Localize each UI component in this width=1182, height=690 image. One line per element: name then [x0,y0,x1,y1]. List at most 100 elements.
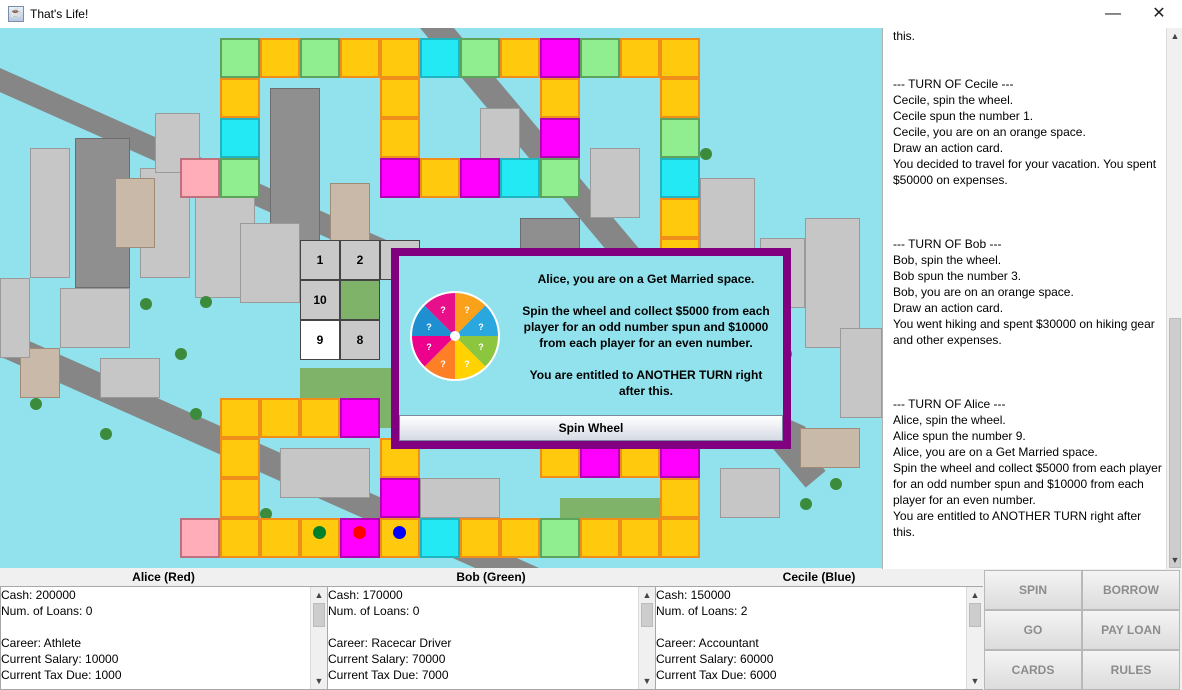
board-space-green [220,38,260,78]
cecile-token [393,526,406,539]
tree [30,398,42,410]
building [280,448,370,498]
board-space-pink [180,158,220,198]
player-scrollbar[interactable]: ▲ ▼ [966,587,983,689]
cards-button[interactable]: CARDS [984,650,1082,690]
scroll-down-arrow-icon[interactable]: ▼ [639,673,655,689]
player-stats: Cash: 150000 Num. of Loans: 2 Career: Ac… [655,586,983,690]
board-space-cyan [660,158,700,198]
log-scrollbar[interactable]: ▲ ▼ [1166,28,1182,569]
building [700,178,755,258]
building [840,328,882,418]
tree [830,478,842,490]
board-space-green [540,518,580,558]
player-name: Bob (Green) [327,569,655,586]
tree [200,296,212,308]
board-space-orange [260,38,300,78]
maximize-button[interactable] [1090,0,1136,28]
board-space-magenta [540,38,580,78]
number-cell: 9 [300,320,340,360]
spin-wheel-icon[interactable]: ? ? ? ? ? ? ? ? [409,290,501,382]
alice-token [353,526,366,539]
board-space-orange [580,518,620,558]
board-space-magenta [460,158,500,198]
player-scrollbar[interactable]: ▲ ▼ [310,587,327,689]
scroll-up-arrow-icon[interactable]: ▲ [967,587,983,603]
player-panel-alice: Alice (Red) Cash: 200000 Num. of Loans: … [0,569,327,690]
building [0,278,30,358]
board-space-orange [380,38,420,78]
tree [100,428,112,440]
board-space-orange [220,78,260,118]
board-space-green [220,158,260,198]
pay-loan-button[interactable]: PAY LOAN [1082,610,1180,650]
scroll-up-arrow-icon[interactable]: ▲ [1167,28,1182,44]
svg-text:?: ? [426,322,432,332]
bob-token [313,526,326,539]
board-space-orange [620,518,660,558]
player-stats-text: Cash: 200000 Num. of Loans: 0 Career: At… [1,588,122,682]
java-app-icon: ☕ [8,6,24,22]
player-name: Cecile (Blue) [655,569,983,586]
spin-wheel-button[interactable]: Spin Wheel [399,415,783,441]
building [115,178,155,248]
svg-text:?: ? [464,305,470,315]
get-married-dialog: ? ? ? ? ? ? ? ? Alice, you are on a Get … [391,248,791,449]
dialog-message: Alice, you are on a Get Married space. S… [522,272,770,398]
player-stats-text: Cash: 150000 Num. of Loans: 2 Career: Ac… [656,588,777,682]
tree [190,408,202,420]
scroll-thumb[interactable] [969,603,981,627]
player-panel-bob: Bob (Green) Cash: 170000 Num. of Loans: … [327,569,655,690]
number-cell: 8 [340,320,380,360]
player-stats: Cash: 170000 Num. of Loans: 0 Career: Ra… [327,586,655,690]
board-space-green [580,38,620,78]
board-space-orange [660,478,700,518]
board-space-orange [660,518,700,558]
board-space-magenta [540,118,580,158]
board-space-orange [220,478,260,518]
board-space-green [540,158,580,198]
building [720,468,780,518]
tree [175,348,187,360]
scroll-down-arrow-icon[interactable]: ▼ [967,673,983,689]
player-panel-cecile: Cecile (Blue) Cash: 150000 Num. of Loans… [655,569,983,690]
number-cell: 1 [300,240,340,280]
scroll-down-arrow-icon[interactable]: ▼ [1167,552,1182,568]
game-log: this. --- TURN OF Cecile --- Cecile, spi… [882,28,1182,569]
svg-text:?: ? [440,359,446,369]
board-space-orange [220,398,260,438]
game-log-text: this. --- TURN OF Cecile --- Cecile, spi… [893,29,1162,539]
player-scrollbar[interactable]: ▲ ▼ [638,587,655,689]
board-space-orange [420,158,460,198]
rules-button[interactable]: RULES [1082,650,1180,690]
board-space-orange [660,38,700,78]
scroll-thumb[interactable] [313,603,325,627]
spin-button[interactable]: SPIN [984,570,1082,610]
go-button[interactable]: GO [984,610,1082,650]
board-space-orange [620,38,660,78]
svg-text:?: ? [440,305,446,315]
tree [800,498,812,510]
borrow-button[interactable]: BORROW [1082,570,1180,610]
board-space-orange [340,38,380,78]
building [60,288,130,348]
scroll-down-arrow-icon[interactable]: ▼ [311,673,327,689]
board-space-green [460,38,500,78]
building [30,148,70,278]
number-cell: 2 [340,240,380,280]
board-space-orange [660,198,700,238]
scroll-up-arrow-icon[interactable]: ▲ [639,587,655,603]
board-space-pink [180,518,220,558]
board-space-green [660,118,700,158]
scroll-thumb[interactable] [1169,318,1181,568]
board-space-magenta [340,398,380,438]
board-space-orange [220,518,260,558]
scroll-thumb[interactable] [641,603,653,627]
board-space-orange [460,518,500,558]
board-space-magenta [380,478,420,518]
board-space-orange [380,118,420,158]
svg-text:?: ? [478,342,484,352]
scroll-up-arrow-icon[interactable]: ▲ [311,587,327,603]
dialog-body: ? ? ? ? ? ? ? ? Alice, you are on a Get … [399,256,783,441]
close-button[interactable]: ✕ [1136,0,1182,28]
